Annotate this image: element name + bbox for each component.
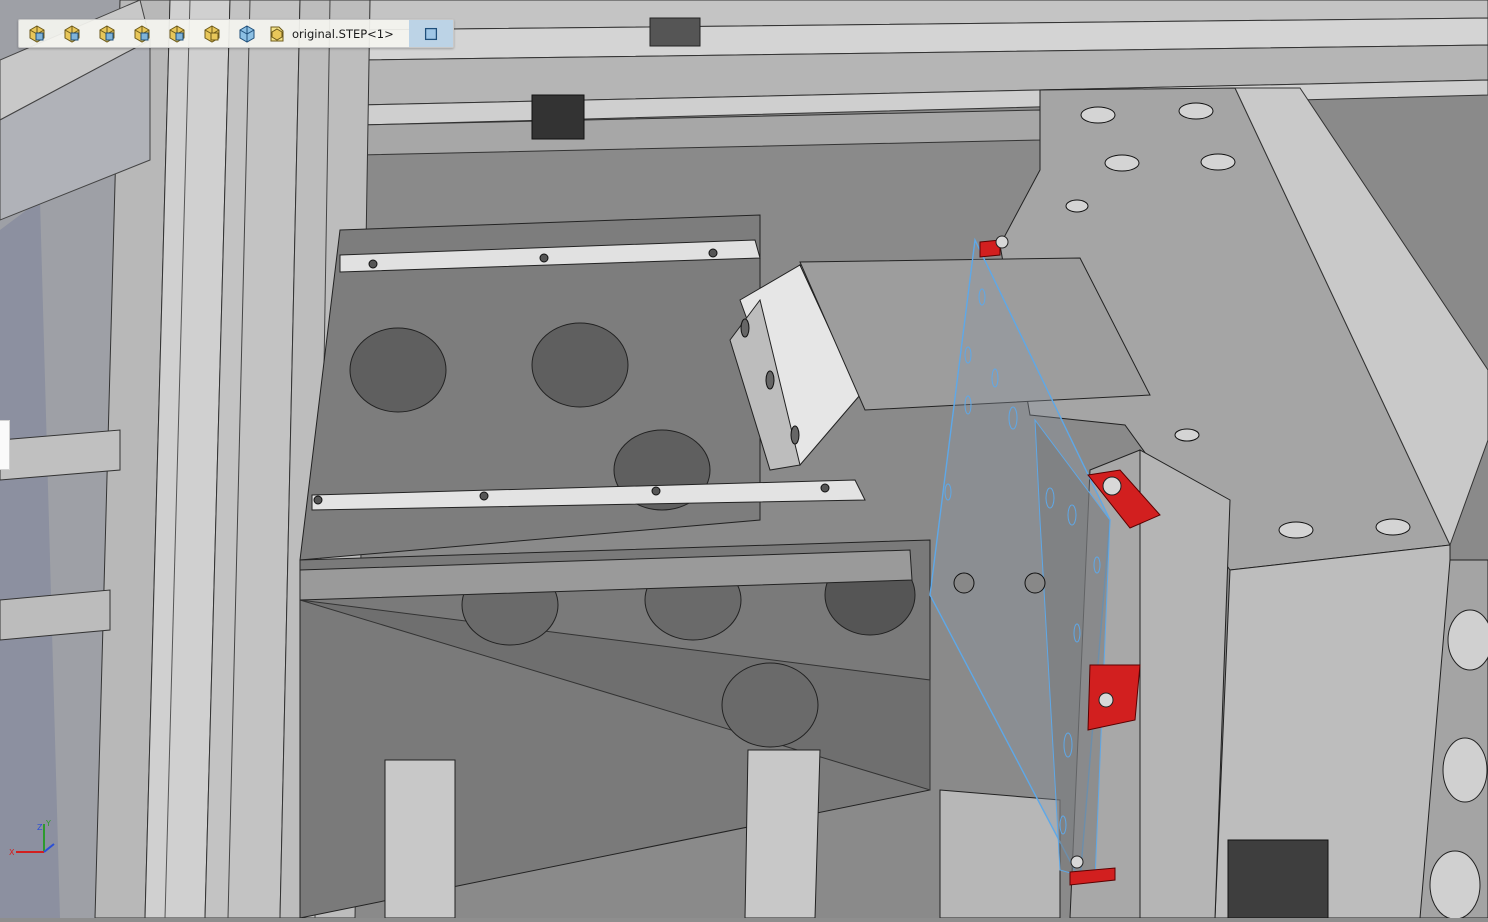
assembly-folder-icon[interactable] [264,20,290,47]
breadcrumb-bar: original.STEP<1> [18,19,454,48]
cad-model-view [0,0,1488,920]
part-icon[interactable] [229,20,264,47]
triad-y-label: Y [45,819,51,828]
assembly-1-icon[interactable] [19,20,54,47]
assembly-3-icon[interactable] [89,20,124,47]
plane-icon[interactable] [409,20,453,47]
reference-triad: X Y Z [9,819,55,857]
assembly-6-icon[interactable] [194,20,229,47]
assembly-2-icon[interactable] [54,20,89,47]
assembly-5-icon[interactable] [159,20,194,47]
panel-flyout-handle[interactable] [0,420,10,470]
assembly-4-icon[interactable] [124,20,159,47]
document-name-label[interactable]: original.STEP<1> [290,27,394,41]
graphics-viewport[interactable]: original.STEP<1> X Y Z [0,0,1488,920]
triad-z-label: Z [37,823,43,832]
triad-x-label: X [9,848,15,857]
